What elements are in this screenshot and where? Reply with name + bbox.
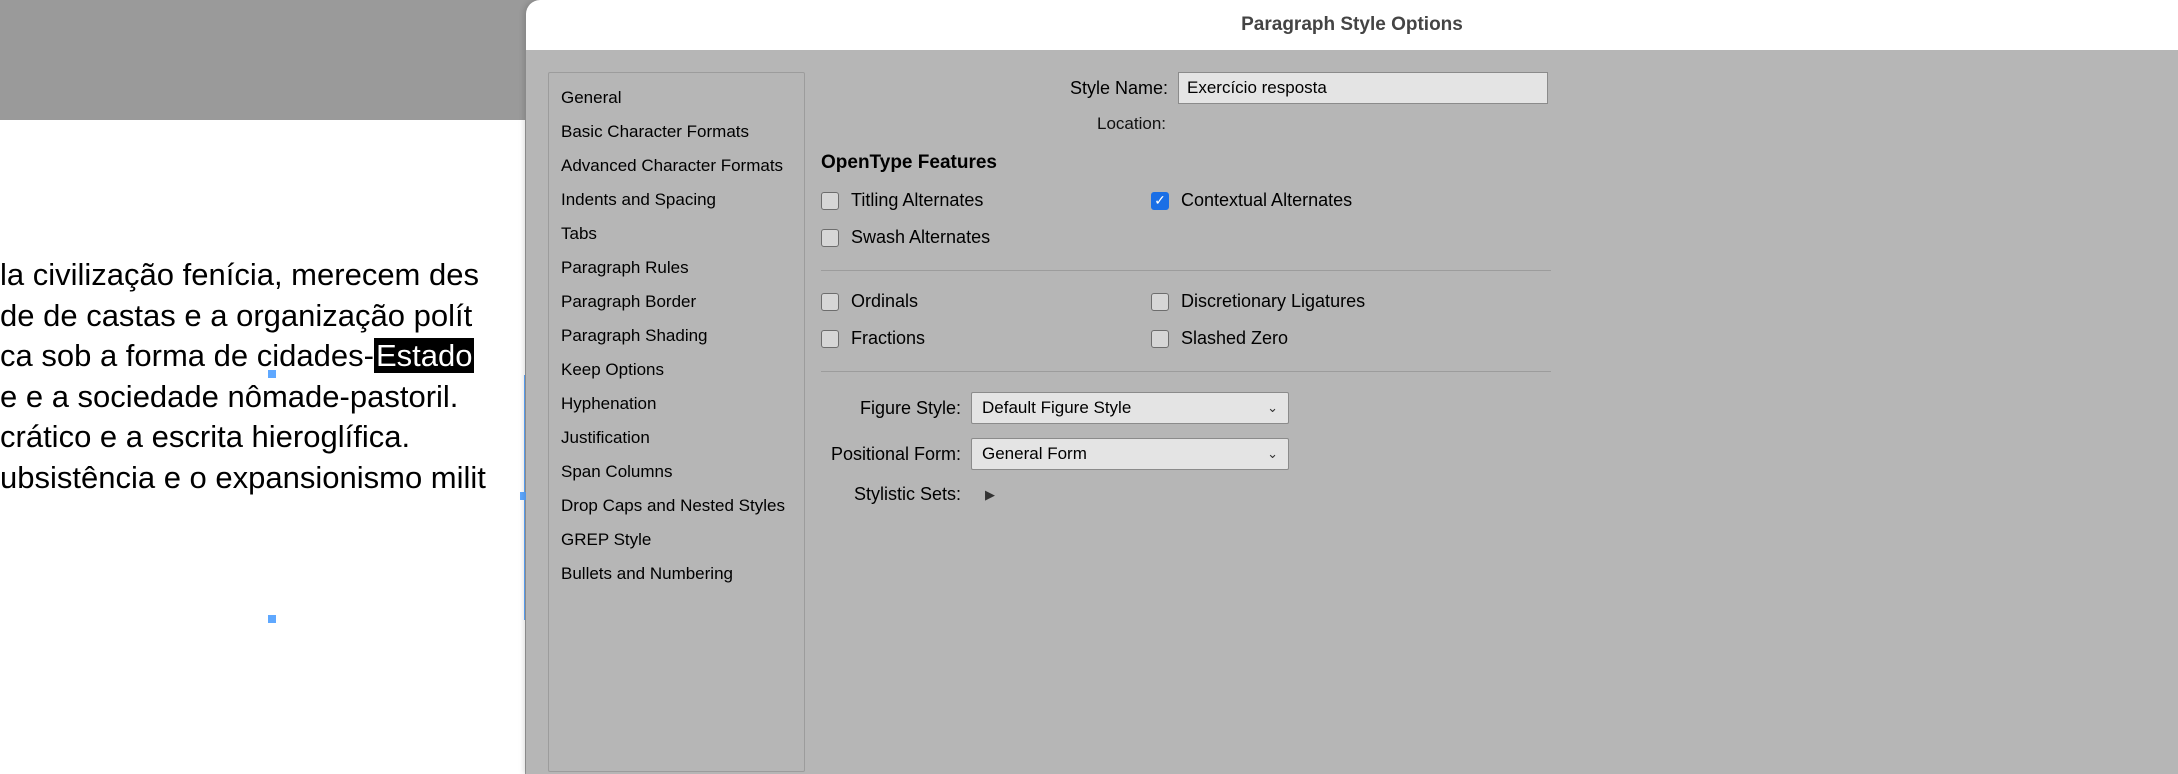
checkbox-fractions[interactable]: Fractions xyxy=(821,328,1141,349)
checkbox-label: Contextual Alternates xyxy=(1181,190,1352,211)
figure-style-label: Figure Style: xyxy=(821,398,961,419)
checkbox-grid-2: Ordinals Discretionary Ligatures Fractio… xyxy=(821,291,2162,349)
positional-form-row: Positional Form: General Form ⌄ xyxy=(821,438,2162,470)
sidebar-item-keep[interactable]: Keep Options xyxy=(549,353,804,387)
frame-handle[interactable] xyxy=(268,615,276,623)
checkbox-icon[interactable] xyxy=(1151,330,1169,348)
sidebar-item-advanced-char[interactable]: Advanced Character Formats xyxy=(549,149,804,183)
checkbox-discretionary[interactable]: Discretionary Ligatures xyxy=(1151,291,1471,312)
checkbox-label: Fractions xyxy=(851,328,925,349)
positional-form-label: Positional Form: xyxy=(821,444,961,465)
sidebar-item-dropcaps[interactable]: Drop Caps and Nested Styles xyxy=(549,489,804,523)
checkbox-icon[interactable]: ✓ xyxy=(1151,192,1169,210)
paragraph-style-options-dialog: Paragraph Style Options General Basic Ch… xyxy=(526,0,2178,774)
checkbox-titling[interactable]: Titling Alternates xyxy=(821,190,1141,211)
dialog-body: General Basic Character Formats Advanced… xyxy=(526,50,2178,774)
section-title: OpenType Features xyxy=(821,152,2162,174)
dialog-title: Paragraph Style Options xyxy=(526,0,2178,50)
checkbox-grid-1: Titling Alternates ✓ Contextual Alternat… xyxy=(821,190,2162,248)
document-canvas: la civilização fenícia, merecem des de d… xyxy=(0,120,525,774)
sidebar-item-justification[interactable]: Justification xyxy=(549,421,804,455)
text-line[interactable]: de de castas e a organização polít xyxy=(0,296,486,337)
sidebar-item-rules[interactable]: Paragraph Rules xyxy=(549,251,804,285)
category-sidebar: General Basic Character Formats Advanced… xyxy=(548,72,805,772)
sidebar-item-border[interactable]: Paragraph Border xyxy=(549,285,804,319)
figure-style-dropdown[interactable]: Default Figure Style ⌄ xyxy=(971,392,1289,424)
chevron-down-icon: ⌄ xyxy=(1267,446,1278,462)
sidebar-item-bullets[interactable]: Bullets and Numbering xyxy=(549,557,804,591)
text-line[interactable]: e e a sociedade nômade-pastoril. xyxy=(0,377,486,418)
style-name-input[interactable] xyxy=(1178,72,1548,104)
checkbox-ordinals[interactable]: Ordinals xyxy=(821,291,1141,312)
sidebar-item-tabs[interactable]: Tabs xyxy=(549,217,804,251)
stylistic-sets-row: Stylistic Sets: ▶ xyxy=(821,484,2162,505)
checkbox-label: Ordinals xyxy=(851,291,918,312)
sidebar-item-hyphenation[interactable]: Hyphenation xyxy=(549,387,804,421)
style-name-label: Style Name: xyxy=(821,78,1168,99)
dropdown-value: General Form xyxy=(982,444,1087,464)
checkbox-label: Slashed Zero xyxy=(1181,328,1288,349)
location-label: Location: xyxy=(821,114,1166,134)
dropdown-value: Default Figure Style xyxy=(982,398,1131,418)
checkbox-contextual[interactable]: ✓ Contextual Alternates xyxy=(1151,190,1471,211)
selected-text[interactable]: Estado xyxy=(374,338,475,373)
checkbox-label: Swash Alternates xyxy=(851,227,990,248)
location-row: Location: xyxy=(821,114,2162,134)
checkbox-icon[interactable] xyxy=(1151,293,1169,311)
chevron-down-icon: ⌄ xyxy=(1267,400,1278,416)
positional-form-dropdown[interactable]: General Form ⌄ xyxy=(971,438,1289,470)
checkbox-icon[interactable] xyxy=(821,192,839,210)
sidebar-item-basic-char[interactable]: Basic Character Formats xyxy=(549,115,804,149)
text-line[interactable]: ca sob a forma de cidades-Estado xyxy=(0,336,486,377)
disclosure-triangle-icon[interactable]: ▶ xyxy=(985,487,995,503)
sidebar-item-indents[interactable]: Indents and Spacing xyxy=(549,183,804,217)
sidebar-item-shading[interactable]: Paragraph Shading xyxy=(549,319,804,353)
style-name-row: Style Name: xyxy=(821,72,2162,104)
divider xyxy=(821,371,1551,372)
sidebar-item-grep[interactable]: GREP Style xyxy=(549,523,804,557)
checkbox-label: Titling Alternates xyxy=(851,190,983,211)
opentype-panel: Style Name: Location: OpenType Features … xyxy=(805,50,2178,774)
text-line[interactable]: crático e a escrita hieroglífica. xyxy=(0,417,486,458)
sidebar-item-span[interactable]: Span Columns xyxy=(549,455,804,489)
checkbox-icon[interactable] xyxy=(821,330,839,348)
checkbox-swash[interactable]: Swash Alternates xyxy=(821,227,1141,248)
text-line[interactable]: la civilização fenícia, merecem des xyxy=(0,255,486,296)
checkbox-icon[interactable] xyxy=(821,229,839,247)
sidebar-item-general[interactable]: General xyxy=(549,81,804,115)
text-line[interactable]: ubsistência e o expansionismo milit xyxy=(0,458,486,499)
figure-style-row: Figure Style: Default Figure Style ⌄ xyxy=(821,392,2162,424)
document-text[interactable]: la civilização fenícia, merecem des de d… xyxy=(0,255,486,498)
checkbox-label: Discretionary Ligatures xyxy=(1181,291,1365,312)
checkbox-icon[interactable] xyxy=(821,293,839,311)
stylistic-sets-label: Stylistic Sets: xyxy=(821,484,961,505)
divider xyxy=(821,270,1551,271)
checkbox-slashed[interactable]: Slashed Zero xyxy=(1151,328,1471,349)
